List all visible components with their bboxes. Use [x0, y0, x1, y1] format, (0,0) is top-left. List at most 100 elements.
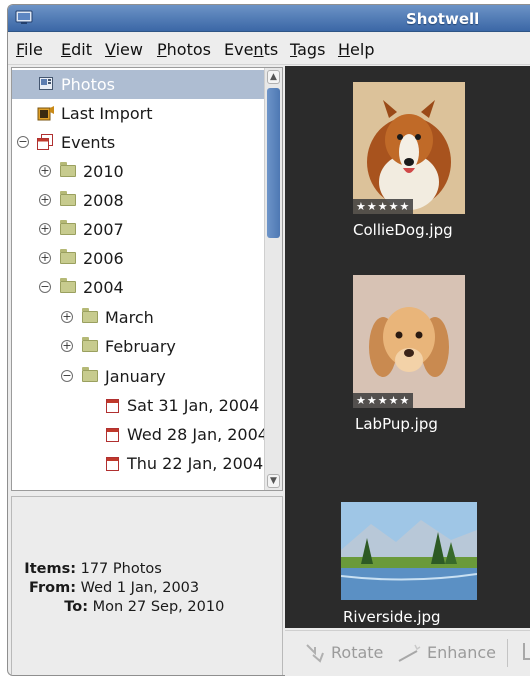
menu-tags[interactable]: Tags: [290, 40, 325, 59]
riverside-picture: [341, 502, 477, 600]
enhance-button[interactable]: Enhance: [427, 643, 496, 662]
expand-icon[interactable]: +: [39, 194, 51, 206]
photo-toolbar: Rotate Enhance: [285, 630, 530, 676]
rating-stars: ★★★★★: [353, 393, 414, 408]
sidebar-item-day[interactable]: Wed 28 Jan, 2004: [12, 420, 268, 449]
sidebar-item-label: Wed 28 Jan, 2004: [127, 425, 268, 444]
scroll-down-icon[interactable]: ▼: [267, 474, 280, 488]
window-menu-icon[interactable]: [15, 10, 33, 25]
rotate-button[interactable]: Rotate: [331, 643, 383, 662]
sidebar-item-year-2006[interactable]: + 2006: [12, 244, 264, 273]
folder-icon: [82, 308, 98, 323]
photo-filename: LabPup.jpg: [355, 415, 438, 433]
info-items-label: Items:: [24, 561, 76, 577]
folder-icon: [60, 162, 76, 177]
photo-thumbnail[interactable]: ★★★★★ LabPup.jpg: [353, 275, 467, 435]
menu-edit[interactable]: Edit: [61, 40, 92, 59]
open-folder-icon: [60, 278, 76, 293]
info-from: From: Wed 1 Jan, 2003: [22, 580, 199, 596]
rotate-icon: [306, 644, 324, 663]
sidebar-item-label: Sat 31 Jan, 2004: [127, 396, 260, 415]
rating-stars: ★★★★★: [353, 199, 414, 214]
collapse-icon[interactable]: −: [39, 281, 51, 293]
sidebar-item-year-2010[interactable]: + 2010: [12, 157, 264, 186]
sidebar-item-year-2004[interactable]: − 2004: [12, 273, 264, 302]
sidebar-item-label: 2006: [83, 249, 124, 268]
sidebar-item-label: 2004: [83, 278, 124, 297]
sidebar-item-label: Photos: [61, 75, 115, 94]
calendar-icon: [106, 457, 119, 471]
expand-icon[interactable]: +: [39, 165, 51, 177]
folder-icon: [60, 249, 76, 264]
photo-thumbnail[interactable]: ★★★★★ CollieDog.jpg: [353, 82, 467, 242]
sidebar-item-label: February: [105, 337, 176, 356]
photos-icon: [39, 77, 53, 90]
sidebar-item-last-import[interactable]: Last Import: [12, 99, 264, 128]
photo-filename: CollieDog.jpg: [353, 221, 453, 239]
sidebar-item-year-2008[interactable]: + 2008: [12, 186, 264, 215]
sidebar-item-day[interactable]: Thu 22 Jan, 2004: [12, 449, 264, 478]
calendar-icon: [106, 428, 119, 442]
enhance-icon: [398, 644, 421, 662]
sidebar-scrollbar[interactable]: ▲ ▼: [264, 68, 282, 490]
sidebar-item-day[interactable]: Sat 31 Jan, 2004: [12, 391, 264, 420]
scroll-up-icon[interactable]: ▲: [267, 70, 280, 84]
info-from-value: Wed 1 Jan, 2003: [80, 580, 200, 596]
lab-pup-image: ★★★★★: [353, 275, 465, 408]
folder-icon: [60, 220, 76, 235]
info-items: Items: 177 Photos: [22, 561, 162, 577]
menu-view[interactable]: View: [105, 40, 143, 59]
folder-icon: [82, 337, 98, 352]
collie-dog-image: ★★★★★: [353, 82, 465, 214]
window-title: Shotwell: [406, 10, 480, 28]
expand-icon[interactable]: +: [61, 340, 73, 352]
sidebar-item-month-february[interactable]: + February: [12, 332, 264, 361]
expand-icon[interactable]: +: [61, 311, 73, 323]
sidebar-item-events[interactable]: − Events: [12, 128, 264, 157]
calendar-icon: [106, 399, 119, 413]
photo-thumbnail[interactable]: Riverside.jpg: [341, 502, 481, 632]
menu-file-rest: ile: [24, 40, 43, 59]
sidebar-item-label: March: [105, 308, 154, 327]
info-to: To: Mon 27 Sep, 2010: [22, 599, 224, 615]
menu-file[interactable]: File: [16, 40, 43, 59]
info-from-label: From:: [29, 580, 76, 596]
sidebar-item-label: January: [105, 367, 166, 386]
riverside-image: [341, 502, 477, 600]
expand-icon[interactable]: +: [39, 223, 51, 235]
open-folder-icon: [82, 367, 98, 382]
event-info-panel: Items: 177 Photos From: Wed 1 Jan, 2003 …: [11, 496, 283, 675]
sidebar-item-label: 2008: [83, 191, 124, 210]
title-bar[interactable]: Shotwell: [8, 5, 530, 32]
sidebar-item-month-march[interactable]: + March: [12, 303, 264, 332]
info-to-value: Mon 27 Sep, 2010: [92, 599, 225, 615]
collie-dog-picture: [353, 82, 465, 214]
events-icon: [37, 134, 53, 150]
collapse-icon[interactable]: −: [61, 370, 73, 382]
folder-icon: [60, 191, 76, 206]
toolbar-separator: [507, 639, 508, 667]
info-items-value: 177 Photos: [80, 561, 162, 577]
sidebar-item-label: Thu 22 Jan, 2004: [127, 454, 264, 473]
crop-icon[interactable]: [521, 641, 530, 663]
scrollbar-thumb[interactable]: [267, 88, 280, 238]
sidebar-item-label: Last Import: [61, 104, 153, 123]
sidebar-item-photos[interactable]: Photos: [12, 70, 264, 99]
sidebar-item-label: 2010: [83, 162, 124, 181]
sidebar-item-label: Events: [61, 133, 116, 152]
film-import-icon: [37, 106, 54, 121]
menu-events[interactable]: Events: [224, 40, 278, 59]
sidebar-item-label: 2007: [83, 220, 124, 239]
photo-grid: ★★★★★ CollieDog.jpg ★★★★★ LabPup.jpg Riv…: [285, 66, 530, 628]
expand-icon[interactable]: +: [39, 252, 51, 264]
menu-photos[interactable]: Photos: [157, 40, 211, 59]
sidebar-item-month-january[interactable]: − January: [12, 362, 264, 391]
menu-help[interactable]: Help: [338, 40, 374, 59]
menu-bar: File Edit View Photos Events Tags Help: [8, 33, 530, 65]
lab-pup-picture: [353, 275, 465, 408]
sidebar-item-year-2007[interactable]: + 2007: [12, 215, 264, 244]
info-to-label: To:: [64, 599, 88, 615]
library-sidebar: Photos Last Import − Events + 2010 + 200…: [11, 67, 283, 491]
collapse-icon[interactable]: −: [17, 136, 29, 148]
photo-filename: Riverside.jpg: [343, 608, 441, 626]
